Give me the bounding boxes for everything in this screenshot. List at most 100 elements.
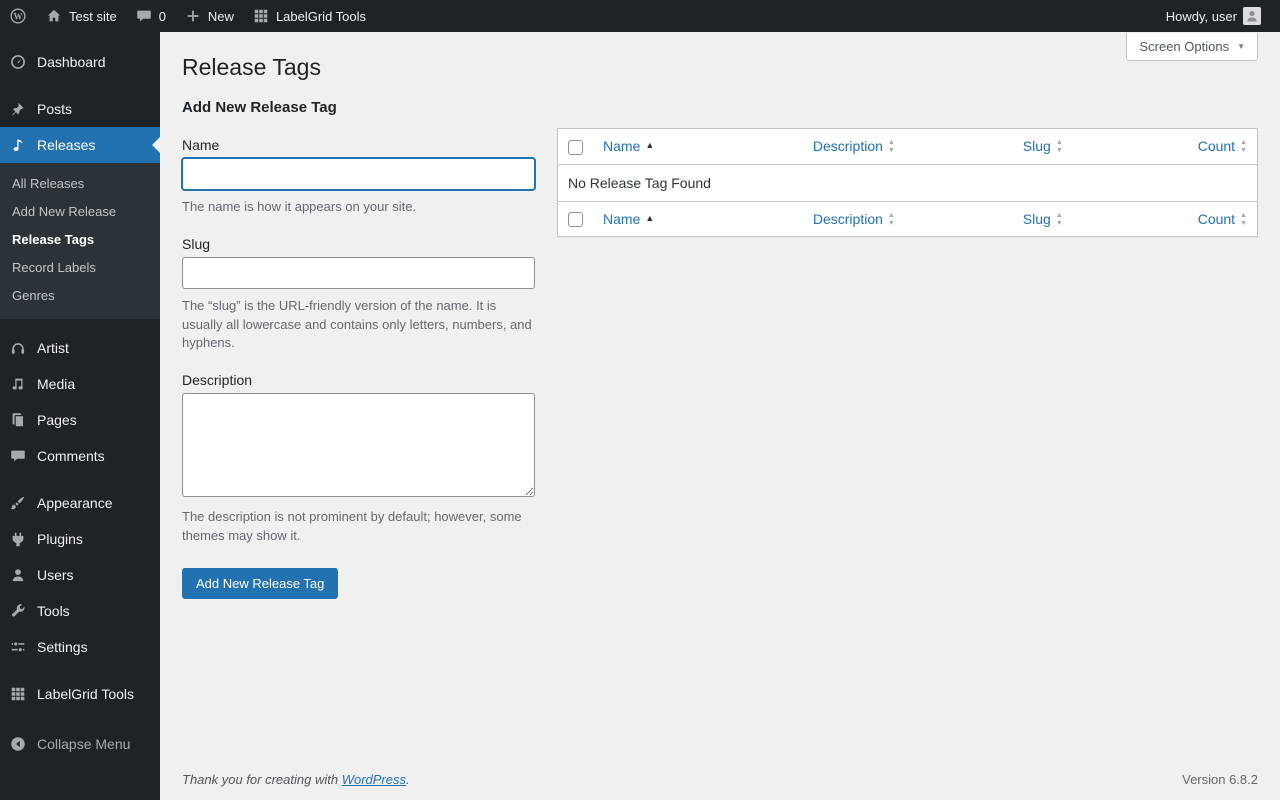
grid-icon — [252, 7, 270, 25]
sidebar-item-pages[interactable]: Pages — [0, 402, 160, 438]
slug-label: Slug — [182, 236, 535, 252]
comments-count: 0 — [159, 9, 166, 24]
paintbrush-icon — [8, 493, 28, 513]
sortable-icon: ▲▼ — [1240, 139, 1247, 154]
taxonomy-columns: Add New Release Tag Name The name is how… — [182, 97, 1258, 599]
dashboard-icon — [8, 52, 28, 72]
select-all-checkbox[interactable] — [568, 212, 583, 227]
collapse-menu-button[interactable]: Collapse Menu — [0, 726, 160, 762]
svg-text:W: W — [14, 11, 23, 21]
collapse-menu-label: Collapse Menu — [37, 735, 130, 753]
wrench-icon — [8, 601, 28, 621]
slug-field-group: Slug The “slug” is the URL-friendly vers… — [182, 236, 535, 354]
wordpress-logo-menu[interactable]: W — [0, 0, 36, 32]
sidebar-item-settings[interactable]: Settings — [0, 629, 160, 665]
admin-content: Screen Options ▼ Release Tags Add New Re… — [160, 0, 1280, 800]
sort-by-count-header[interactable]: Count ▲▼ — [1198, 138, 1247, 154]
user-icon — [8, 565, 28, 585]
admin-bar: W Test site 0 New LabelGrid Tools — [0, 0, 1280, 32]
comments-menu[interactable]: 0 — [126, 0, 175, 32]
sort-ascending-icon: ▲ — [645, 141, 654, 150]
slug-input[interactable] — [182, 257, 535, 289]
sidebar-item-label: Artist — [37, 339, 69, 357]
sort-by-slug-header[interactable]: Slug ▲▼ — [1023, 138, 1063, 154]
pages-icon — [8, 410, 28, 430]
sort-by-slug-header[interactable]: Slug ▲▼ — [1023, 211, 1063, 227]
description-field-group: Description The description is not promi… — [182, 372, 535, 546]
user-avatar — [1243, 7, 1261, 25]
sidebar-item-dashboard[interactable]: Dashboard — [0, 44, 160, 80]
sort-by-count-header[interactable]: Count ▲▼ — [1198, 211, 1247, 227]
sidebar-item-labelgrid-tools[interactable]: LabelGrid Tools — [0, 676, 160, 712]
sidebar-item-label: Comments — [37, 447, 105, 465]
sort-ascending-icon: ▲ — [645, 214, 654, 223]
sidebar-item-tools[interactable]: Tools — [0, 593, 160, 629]
site-name-menu[interactable]: Test site — [36, 0, 126, 32]
add-tag-form: Add New Release Tag Name The name is how… — [182, 97, 535, 599]
description-label: Description — [182, 372, 535, 388]
sidebar-item-label: Dashboard — [37, 53, 106, 71]
site-name: Test site — [69, 9, 117, 24]
sidebar-item-appearance[interactable]: Appearance — [0, 485, 160, 521]
table-header-row: Name ▲ Description ▲▼ — [558, 128, 1258, 164]
pushpin-icon — [8, 99, 28, 119]
sort-by-description-header[interactable]: Description ▲▼ — [813, 138, 895, 154]
music-note-icon — [8, 135, 28, 155]
sidebar-item-artist[interactable]: Artist — [0, 330, 160, 366]
admin-menu: Dashboard Posts Releases All Releases Ad… — [0, 44, 160, 762]
version-text: Version 6.8.2 — [1182, 772, 1258, 787]
admin-footer: Thank you for creating with WordPress. V… — [160, 762, 1280, 800]
sortable-icon: ▲▼ — [1056, 212, 1063, 227]
submenu-item-genres[interactable]: Genres — [0, 282, 160, 310]
submenu-item-release-tags[interactable]: Release Tags — [0, 226, 160, 254]
sidebar-item-label: Appearance — [37, 494, 113, 512]
add-new-release-tag-button[interactable]: Add New Release Tag — [182, 568, 338, 599]
screen-options-button[interactable]: Screen Options ▼ — [1126, 33, 1258, 61]
grid-icon — [8, 684, 28, 704]
submenu-item-record-labels[interactable]: Record Labels — [0, 254, 160, 282]
sort-by-name-header[interactable]: Name ▲ — [603, 211, 654, 227]
comment-bubble-icon — [135, 7, 153, 25]
sort-by-name-header[interactable]: Name ▲ — [603, 138, 654, 154]
plus-icon — [184, 7, 202, 25]
plug-icon — [8, 529, 28, 549]
form-heading: Add New Release Tag — [182, 97, 535, 118]
sidebar-item-plugins[interactable]: Plugins — [0, 521, 160, 557]
sidebar-item-users[interactable]: Users — [0, 557, 160, 593]
headphones-icon — [8, 338, 28, 358]
sidebar-item-label: Users — [37, 566, 74, 584]
sliders-icon — [8, 637, 28, 657]
menu-separator — [0, 319, 160, 330]
name-field-group: Name The name is how it appears on your … — [182, 137, 535, 217]
submenu-item-all-releases[interactable]: All Releases — [0, 170, 160, 198]
labelgrid-tools-menu[interactable]: LabelGrid Tools — [243, 0, 375, 32]
wordpress-link[interactable]: WordPress — [342, 772, 406, 787]
submenu-item-add-new-release[interactable]: Add New Release — [0, 198, 160, 226]
sidebar-item-media[interactable]: Media — [0, 366, 160, 402]
new-content-menu[interactable]: New — [175, 0, 243, 32]
comment-bubble-icon — [8, 446, 28, 466]
screen-options-label: Screen Options — [1139, 39, 1229, 54]
sidebar-item-comments[interactable]: Comments — [0, 438, 160, 474]
release-tags-table: Name ▲ Description ▲▼ — [557, 128, 1258, 238]
sort-by-description-header[interactable]: Description ▲▼ — [813, 211, 895, 227]
select-all-checkbox[interactable] — [568, 140, 583, 155]
tags-table-column: Name ▲ Description ▲▼ — [557, 128, 1258, 238]
collapse-menu-wrap: Collapse Menu — [0, 726, 160, 762]
sidebar-item-label: LabelGrid Tools — [37, 685, 134, 703]
description-textarea[interactable] — [182, 393, 535, 497]
home-icon — [45, 7, 63, 25]
sortable-icon: ▲▼ — [1240, 212, 1247, 227]
sortable-icon: ▲▼ — [1056, 139, 1063, 154]
sortable-icon: ▲▼ — [888, 212, 895, 227]
table-footer-row: Name ▲ Description ▲▼ — [558, 201, 1258, 237]
name-input[interactable] — [182, 158, 535, 190]
sidebar-item-releases[interactable]: Releases — [0, 127, 160, 163]
empty-message: No Release Tag Found — [558, 164, 1258, 201]
my-account-menu[interactable]: Howdy, user — [1157, 0, 1270, 32]
name-label: Name — [182, 137, 535, 153]
name-help-text: The name is how it appears on your site. — [182, 198, 535, 217]
chevron-down-icon: ▼ — [1237, 42, 1245, 51]
sidebar-item-label: Tools — [37, 602, 70, 620]
sidebar-item-posts[interactable]: Posts — [0, 91, 160, 127]
